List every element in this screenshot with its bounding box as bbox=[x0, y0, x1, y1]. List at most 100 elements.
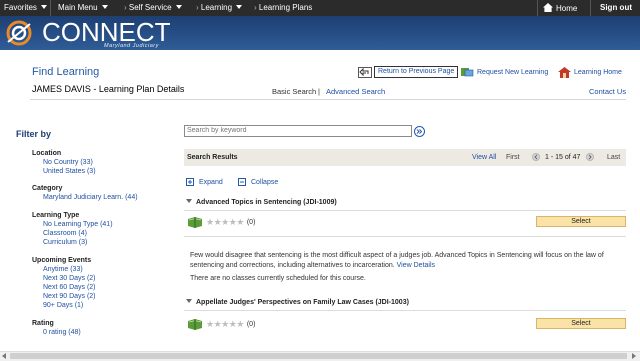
filter-option[interactable]: No Country (33) bbox=[43, 158, 96, 167]
learning-home-link[interactable]: Learning Home bbox=[558, 67, 622, 78]
plus-icon bbox=[186, 178, 194, 186]
filter-option[interactable]: United States (3) bbox=[43, 167, 96, 176]
course-description: Few would disagree that sentencing is th… bbox=[190, 251, 622, 271]
course-divider bbox=[184, 310, 626, 311]
view-details-link[interactable]: View Details bbox=[397, 262, 435, 269]
chevron-right-icon bbox=[588, 154, 592, 160]
return-label: Return to Previous Page bbox=[374, 66, 459, 78]
filter-group-location: Location No Country (33) United States (… bbox=[32, 150, 96, 176]
filter-option[interactable]: Anytime (33) bbox=[43, 265, 96, 274]
advanced-search-link[interactable]: Advanced Search bbox=[326, 87, 385, 96]
filter-option[interactable]: Next 90 Days (2) bbox=[43, 292, 96, 301]
breadcrumb-arrow-icon: › bbox=[124, 3, 127, 12]
self-service-label: Self Service bbox=[128, 3, 172, 12]
filter-group-category: Category Maryland Judiciary Learn. (44) bbox=[32, 185, 138, 202]
course-title[interactable]: Appellate Judges' Perspectives on Family… bbox=[186, 299, 409, 306]
course-rating: ★★★★★ (0) bbox=[188, 217, 255, 228]
learning-home-label: Learning Home bbox=[574, 69, 622, 76]
filter-heading: Filter by bbox=[16, 129, 52, 139]
breadcrumb-learning[interactable]: › Learning bbox=[196, 3, 243, 12]
book-icon bbox=[188, 217, 202, 228]
return-arrow-icon bbox=[358, 66, 372, 78]
filter-option[interactable]: Maryland Judiciary Learn. (44) bbox=[43, 193, 138, 202]
header-divider bbox=[30, 99, 626, 100]
main-menu[interactable]: Main Menu bbox=[58, 3, 108, 12]
page-title: Find Learning bbox=[32, 66, 100, 78]
breadcrumb-arrow-icon: › bbox=[254, 3, 257, 12]
filter-group-label: Rating bbox=[32, 320, 54, 327]
last-page-link[interactable]: Last bbox=[607, 154, 620, 161]
connect-logo-icon bbox=[6, 20, 32, 46]
home-icon bbox=[543, 3, 553, 12]
breadcrumb-arrow-icon: › bbox=[196, 3, 199, 12]
search-input[interactable] bbox=[184, 125, 412, 137]
filter-option[interactable]: Curriculum (3) bbox=[43, 238, 113, 247]
collapse-arrow-icon bbox=[186, 199, 192, 203]
search-separator: | bbox=[318, 87, 320, 96]
expand-label: Expand bbox=[199, 178, 223, 186]
filter-group-learning-type: Learning Type No Learning Type (41) Clas… bbox=[32, 212, 113, 247]
star-rating-icon: ★★★★★ bbox=[206, 217, 244, 227]
collapse-all-button[interactable]: Collapse bbox=[238, 178, 278, 186]
next-page-icon[interactable] bbox=[586, 153, 594, 161]
view-all-link[interactable]: View All bbox=[472, 154, 496, 161]
chevron-down-icon bbox=[175, 5, 182, 9]
double-chevron-right-icon bbox=[416, 129, 423, 134]
request-link-label: Request New Learning bbox=[477, 68, 549, 76]
course-title-text: Advanced Topics in Sentencing (JDI-1009) bbox=[196, 199, 337, 206]
course-divider bbox=[184, 236, 626, 237]
filter-group-upcoming-events: Upcoming Events Anytime (33) Next 30 Day… bbox=[32, 257, 96, 310]
sign-out-button[interactable]: Sign out bbox=[600, 3, 632, 12]
basic-search-link[interactable]: Basic Search bbox=[272, 87, 316, 96]
scrollbar-thumb[interactable] bbox=[10, 353, 627, 359]
rating-count: (0) bbox=[246, 321, 256, 328]
previous-page-icon[interactable] bbox=[532, 153, 540, 161]
request-new-learning-link[interactable]: Request New Learning bbox=[460, 67, 548, 77]
app-banner: CONNECT Maryland Judiciary bbox=[0, 16, 640, 50]
no-classes-message: There are no classes currently scheduled… bbox=[190, 275, 366, 282]
filter-option[interactable]: No Learning Type (41) bbox=[43, 220, 113, 229]
select-button[interactable]: Select bbox=[536, 318, 626, 329]
filter-option[interactable]: Classroom (4) bbox=[43, 229, 113, 238]
nav-divider bbox=[50, 0, 51, 16]
page-range: 1 - 15 of 47 bbox=[545, 154, 581, 161]
search-go-button[interactable] bbox=[414, 126, 425, 137]
filter-option[interactable]: Next 60 Days (2) bbox=[43, 283, 96, 292]
favorites-label: Favorites bbox=[4, 3, 37, 12]
home-button[interactable]: Home bbox=[543, 3, 577, 13]
search-results-bar: Search Results View All First 1 - 15 of … bbox=[184, 149, 626, 166]
chevron-left-icon bbox=[534, 154, 538, 160]
results-label: Search Results bbox=[187, 154, 238, 161]
favorites-menu[interactable]: Favorites bbox=[4, 3, 47, 12]
book-icon bbox=[188, 319, 202, 330]
filter-group-label: Location bbox=[32, 150, 62, 157]
main-menu-label: Main Menu bbox=[58, 3, 98, 12]
breadcrumb-learning-plans[interactable]: › Learning Plans bbox=[254, 3, 312, 12]
filter-group-label: Learning Type bbox=[32, 212, 80, 219]
scroll-right-icon[interactable] bbox=[632, 353, 636, 359]
filter-group-label: Category bbox=[32, 185, 63, 192]
expand-all-button[interactable]: Expand bbox=[186, 178, 223, 186]
filter-group-label: Upcoming Events bbox=[32, 257, 92, 264]
star-rating-icon: ★★★★★ bbox=[206, 319, 244, 329]
chevron-down-icon bbox=[101, 5, 108, 9]
course-title-text: Appellate Judges' Perspectives on Family… bbox=[196, 299, 409, 306]
filter-option[interactable]: Next 30 Days (2) bbox=[43, 274, 96, 283]
top-nav-bar: Favorites Main Menu › Self Service › Lea… bbox=[0, 0, 640, 16]
breadcrumb-self-service[interactable]: › Self Service bbox=[124, 3, 182, 12]
nav-divider bbox=[537, 0, 538, 16]
chevron-down-icon bbox=[40, 5, 47, 9]
request-learning-icon bbox=[461, 68, 474, 77]
course-title[interactable]: Advanced Topics in Sentencing (JDI-1009) bbox=[186, 199, 337, 206]
scroll-left-icon[interactable] bbox=[2, 353, 6, 359]
contact-us-link[interactable]: Contact Us bbox=[589, 87, 626, 96]
filter-option[interactable]: 0 rating (48) bbox=[43, 328, 81, 337]
course-rating: ★★★★★ (0) bbox=[188, 319, 255, 330]
filter-group-rating: Rating 0 rating (48) bbox=[32, 320, 81, 337]
learning-plan-owner: JAMES DAVIS - Learning Plan Details bbox=[32, 84, 185, 94]
learning-plans-label: Learning Plans bbox=[258, 3, 313, 12]
filter-option[interactable]: 90+ Days (1) bbox=[43, 301, 96, 310]
select-button[interactable]: Select bbox=[536, 216, 626, 227]
first-page-link[interactable]: First bbox=[506, 154, 520, 161]
return-to-previous-button[interactable]: Return to Previous Page bbox=[358, 66, 459, 78]
